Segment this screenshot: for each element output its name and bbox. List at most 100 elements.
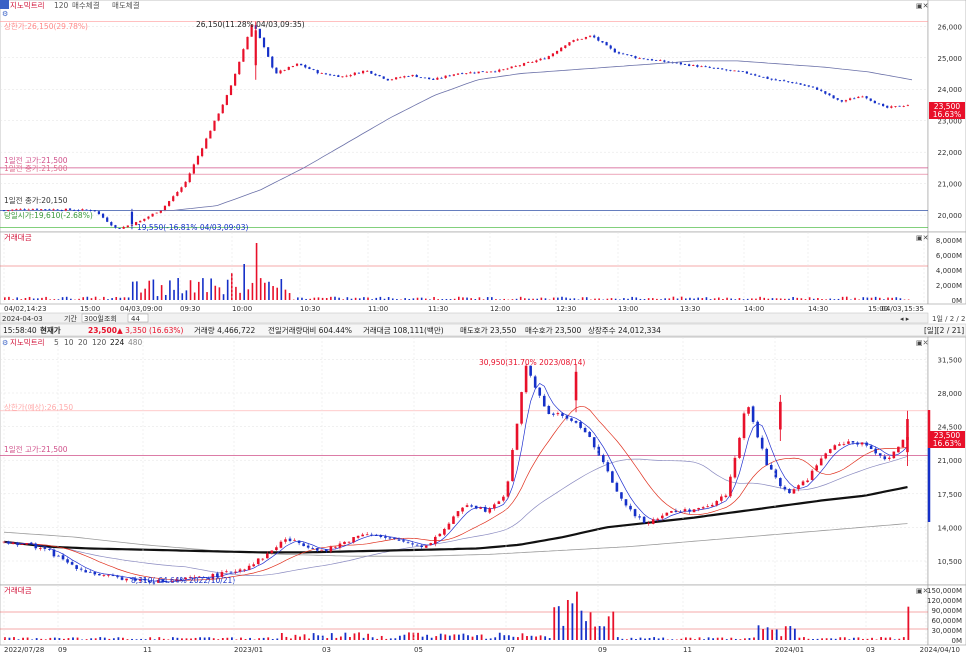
volume-bar: [561, 297, 563, 300]
price-tick-label: 21,000: [938, 181, 963, 189]
volume-bar: [54, 299, 56, 300]
candle-body: [387, 79, 389, 81]
candle-body: [112, 575, 115, 576]
volume-bar: [726, 298, 728, 300]
candle-body: [865, 442, 868, 445]
candle-body: [626, 54, 628, 55]
candle-body: [812, 86, 814, 87]
volume-bar: [789, 626, 791, 640]
panel-settings-icon[interactable]: ⚙: [2, 10, 8, 18]
volume-bar: [127, 639, 129, 640]
volume-bar: [124, 297, 126, 300]
candle-body: [69, 209, 71, 210]
candle-body: [816, 88, 818, 90]
toolbar-label-query[interactable]: 조회: [104, 315, 117, 323]
candle-body: [48, 549, 51, 550]
volume-bar: [380, 297, 382, 300]
volume-bar: [213, 638, 215, 640]
candle-body: [261, 559, 264, 560]
volume-bar: [607, 299, 609, 300]
time-tick-label: 13:30: [680, 305, 700, 313]
bottom-volume-controls[interactable]: ▣✕: [916, 587, 928, 595]
volume-bar: [712, 638, 714, 640]
volume-bar: [449, 636, 451, 640]
volume-bar: [429, 299, 431, 300]
volume-bar: [144, 289, 146, 300]
candle-body: [838, 444, 841, 445]
volume-bar: [289, 293, 291, 300]
candle-body: [213, 121, 215, 131]
volume-bar: [208, 637, 210, 640]
candle-body: [853, 98, 855, 99]
volume-bar: [702, 298, 704, 300]
volume-bar: [649, 638, 651, 640]
time-tick-label: 2023/01: [234, 646, 263, 654]
bottom-settings-icon[interactable]: ⚙: [2, 339, 8, 347]
volume-bar: [29, 297, 31, 300]
candle-body: [602, 455, 605, 462]
candle-body: [544, 59, 546, 60]
volume-bar: [540, 635, 542, 640]
toolbar-scroll-arrows[interactable]: ◂ ▸: [900, 315, 910, 323]
volume-bar: [145, 639, 147, 640]
candle-body: [713, 68, 715, 69]
volume-bar: [653, 637, 655, 640]
candle-body: [679, 512, 682, 513]
candle-body: [57, 556, 60, 557]
volume-bar: [544, 636, 546, 640]
status-price: 23,500: [88, 326, 117, 335]
toolbar-period-box[interactable]: 300일: [84, 314, 104, 323]
volume-bar: [829, 299, 831, 300]
candle-body: [634, 56, 636, 58]
candle-body: [659, 60, 661, 61]
volume-bar: [780, 299, 782, 300]
volume-bar: [25, 298, 27, 300]
volume-bar: [433, 297, 435, 300]
volume-bar: [91, 298, 93, 300]
bottom-panel-controls[interactable]: ▣✕: [916, 339, 928, 347]
candle-body: [420, 77, 422, 78]
candle-body: [531, 62, 533, 63]
volume-bar: [413, 298, 415, 300]
volume-bar: [532, 299, 534, 300]
candle-body: [436, 78, 438, 80]
candle-body: [834, 445, 837, 449]
candle-body: [357, 536, 360, 538]
candle-body: [289, 539, 292, 541]
candle-body: [348, 542, 351, 543]
volume-bar: [314, 298, 316, 300]
volume-bar: [747, 299, 749, 300]
candle-body: [802, 481, 805, 485]
candle-body: [888, 458, 891, 459]
candle-body: [655, 60, 657, 61]
volume-bar: [839, 637, 841, 640]
candle-body: [383, 76, 385, 78]
time-tick-label: 2024/04/10: [920, 646, 960, 654]
candle-body: [584, 428, 587, 432]
panel-icon[interactable]: [0, 0, 9, 9]
toolbar-date[interactable]: 2024-04-03: [2, 315, 43, 323]
candle-body: [257, 558, 260, 564]
volume-bar: [49, 299, 51, 300]
top-panel-controls[interactable]: ▣✕: [916, 2, 928, 10]
top-legend-buy: 매수체결: [72, 0, 100, 10]
top-low-label: 19,550(-16.81% 04/03,09:03): [137, 223, 248, 232]
volume-bar: [703, 639, 705, 640]
volume-bar: [862, 297, 864, 300]
candle-body: [762, 77, 764, 78]
candle-body: [543, 396, 546, 407]
candle-body: [742, 71, 744, 72]
volume-bar: [264, 283, 266, 300]
volume-bar: [256, 243, 258, 300]
candle-body: [248, 566, 251, 570]
candle-body: [721, 68, 723, 69]
toolbar-count-box[interactable]: 44: [131, 315, 140, 323]
candle-body: [243, 569, 246, 570]
candle-body: [378, 75, 380, 76]
volume-bar: [562, 626, 564, 640]
volume-bar: [219, 287, 221, 300]
top-volume-controls[interactable]: ▣✕: [916, 234, 928, 242]
status-bid: 매수호가 23,500: [525, 326, 581, 335]
candle-body: [429, 543, 432, 545]
candle-body: [607, 462, 610, 471]
